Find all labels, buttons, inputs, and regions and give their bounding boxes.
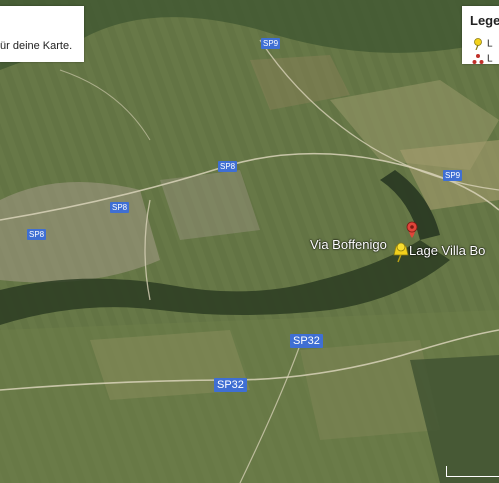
satellite-map[interactable]	[0, 0, 499, 483]
description-text: ür deine Karte.	[0, 40, 73, 52]
road-label: SP9	[443, 170, 463, 181]
legend-item-label: L	[487, 38, 493, 50]
road-label: SP8	[27, 229, 47, 240]
place-label-lage-villa[interactable]: Lage Villa Bo	[409, 243, 485, 258]
legend-item-landmark: L	[472, 53, 493, 64]
scale-bar	[446, 466, 499, 477]
description-box: ür deine Karte.	[0, 6, 84, 62]
legend-item-pin: L	[472, 38, 493, 51]
road-label: SP32	[290, 334, 323, 348]
red-triangle-dots-icon	[472, 53, 484, 64]
legend-item-label: L	[487, 53, 493, 65]
road-label: SP8	[110, 202, 130, 213]
legend-panel: Lege L L	[462, 6, 499, 64]
legend-title: Lege	[470, 13, 499, 28]
place-label-via-boffenigo[interactable]: Via Boffenigo	[310, 237, 387, 252]
road-label: SP8	[218, 161, 238, 172]
yellow-pin-icon	[472, 38, 484, 51]
road-label: SP9	[261, 38, 281, 49]
road-label: SP32	[214, 378, 247, 392]
